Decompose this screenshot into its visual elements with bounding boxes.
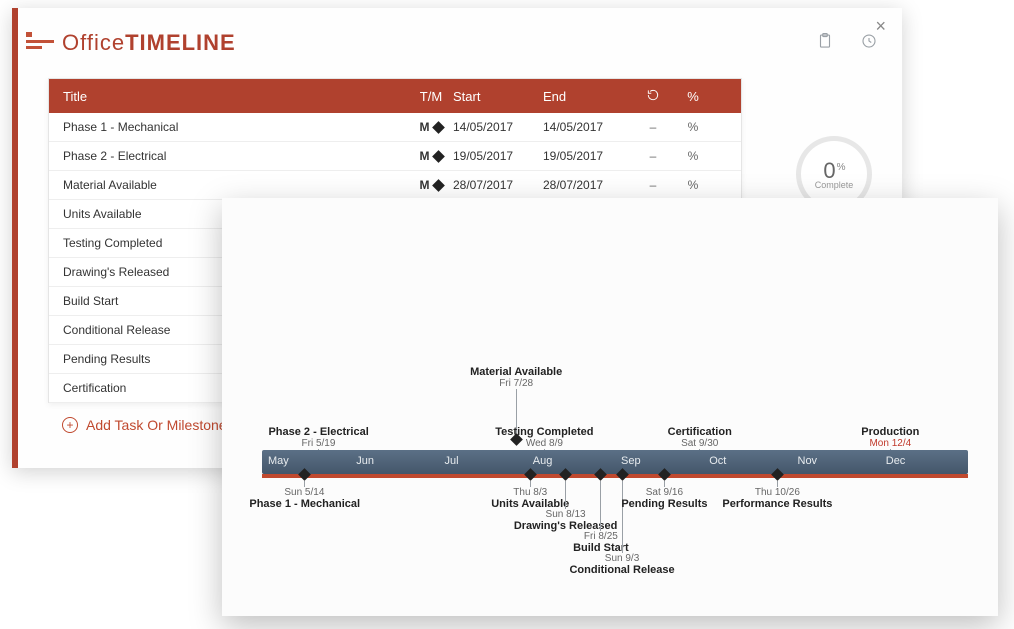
row-end: 19/05/2017: [543, 149, 633, 163]
diamond-icon: [771, 468, 784, 481]
row-tm: M: [409, 120, 453, 134]
milestone-date: Thu 10/26: [722, 487, 832, 498]
row-start: 28/07/2017: [453, 178, 543, 192]
plus-icon: +: [62, 417, 78, 433]
table-row[interactable]: Phase 2 - ElectricalM19/05/201719/05/201…: [49, 142, 741, 171]
milestone-below: Sat 9/16Pending Results: [609, 468, 719, 510]
month-tick: Jul: [439, 450, 459, 474]
completion-unit: %: [837, 162, 846, 173]
row-pct: %: [673, 149, 713, 163]
row-start: 19/05/2017: [453, 149, 543, 163]
table-row[interactable]: Material AvailableM28/07/201728/07/2017–…: [49, 171, 741, 200]
row-rec: –: [633, 149, 673, 163]
col-percent[interactable]: %: [673, 89, 713, 104]
row-title: Phase 2 - Electrical: [49, 149, 409, 163]
close-icon[interactable]: ×: [875, 16, 886, 37]
col-recurrence-icon[interactable]: [633, 88, 673, 105]
milestone-date: Sat 9/16: [609, 487, 719, 498]
row-rec: –: [633, 120, 673, 134]
table-row[interactable]: Phase 1 - MechanicalM14/05/201714/05/201…: [49, 113, 741, 142]
row-pct: %: [673, 178, 713, 192]
milestone-name: Performance Results: [722, 498, 832, 510]
diamond-icon: [658, 468, 671, 481]
row-title: Material Available: [49, 178, 409, 192]
row-end: 14/05/2017: [543, 120, 633, 134]
brand-icon: [26, 32, 54, 54]
completion-label: Complete: [815, 180, 854, 190]
milestone-date: Sun 5/14: [249, 487, 359, 498]
col-tm[interactable]: T/M: [409, 89, 453, 104]
row-tm: M: [409, 178, 453, 192]
row-start: 14/05/2017: [453, 120, 543, 134]
table-header: Title T/M Start End %: [49, 79, 741, 113]
window-header: OfficeTIMELINE: [18, 8, 902, 78]
milestone-date: Sun 9/3: [567, 553, 677, 564]
milestone-name: Pending Results: [609, 498, 719, 510]
diamond-icon: [298, 468, 311, 481]
milestone-name: Certification: [650, 426, 750, 438]
milestone-icon: [432, 179, 445, 192]
clipboard-icon[interactable]: [816, 32, 834, 55]
row-pct: %: [673, 120, 713, 134]
row-title: Phase 1 - Mechanical: [49, 120, 409, 134]
milestone-below: Sun 5/14Phase 1 - Mechanical: [249, 468, 359, 510]
brand-text: OfficeTIMELINE: [62, 30, 236, 56]
timeline-slide: Phase 2 - ElectricalFri 5/19 Material Ava…: [222, 198, 998, 616]
col-title[interactable]: Title: [49, 89, 409, 104]
milestone-icon: [432, 121, 445, 134]
milestone-name: Material Available: [466, 366, 566, 378]
milestone-icon: [432, 150, 445, 163]
add-task-label: Add Task Or Milestone: [86, 417, 227, 433]
milestone-date: Sat 9/30: [650, 438, 750, 449]
milestone-below: Thu 10/26Performance Results: [722, 468, 832, 510]
milestone-date: Mon 12/4: [840, 438, 940, 449]
milestone-name: Phase 1 - Mechanical: [249, 498, 359, 510]
milestone-date: Fri 5/19: [268, 438, 368, 449]
milestone-name: Testing Completed: [494, 426, 594, 438]
row-rec: –: [633, 178, 673, 192]
milestone-name: Conditional Release: [567, 564, 677, 576]
month-tick: Dec: [880, 450, 906, 474]
col-end[interactable]: End: [543, 89, 633, 104]
app-brand: OfficeTIMELINE: [26, 30, 236, 56]
row-tm: M: [409, 149, 453, 163]
milestone-name: Production: [840, 426, 940, 438]
milestone-name: Phase 2 - Electrical: [268, 426, 368, 438]
milestone-date: Fri 7/28: [466, 378, 566, 389]
row-end: 28/07/2017: [543, 178, 633, 192]
milestone-date: Wed 8/9: [494, 438, 594, 449]
col-start[interactable]: Start: [453, 89, 543, 104]
